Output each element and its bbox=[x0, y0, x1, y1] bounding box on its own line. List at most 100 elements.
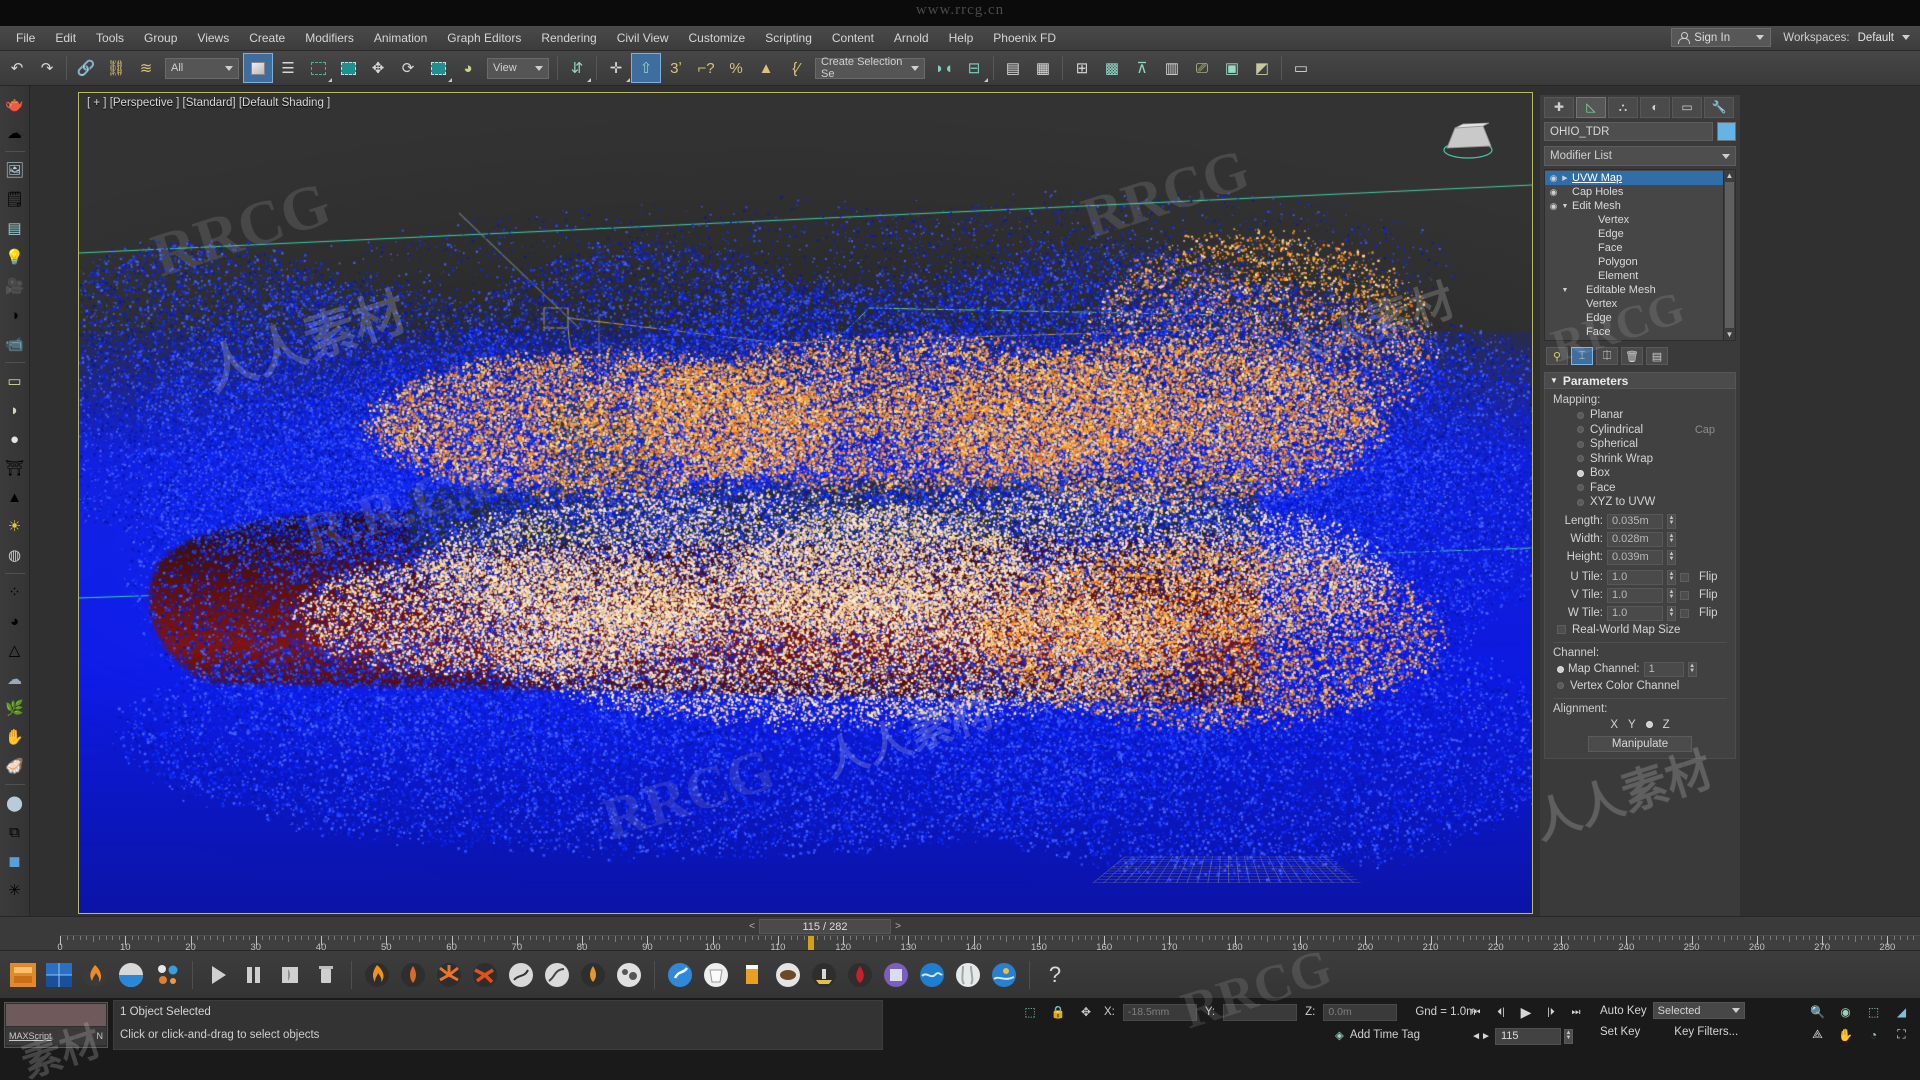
prev-frame-button[interactable]: < bbox=[745, 921, 759, 932]
phoenix-help-icon[interactable]: ? bbox=[1038, 958, 1072, 992]
flip-checkbox[interactable] bbox=[1680, 572, 1689, 582]
phoenix-bubbles-icon[interactable] bbox=[612, 958, 646, 992]
light-lister-icon[interactable]: 💡 bbox=[2, 244, 28, 270]
unlink-selection-button[interactable]: ⛓ bbox=[101, 53, 131, 83]
alignment-axis-x[interactable]: X bbox=[1610, 719, 1618, 731]
menu-item-content[interactable]: Content bbox=[822, 28, 884, 48]
phoenix-ocean-texture-icon[interactable] bbox=[114, 958, 148, 992]
grass-icon[interactable]: 🌿 bbox=[2, 695, 28, 721]
scrollbar-thumb[interactable] bbox=[1725, 182, 1734, 328]
render-settings-icon[interactable]: 🗒 bbox=[2, 186, 28, 212]
menu-item-rendering[interactable]: Rendering bbox=[531, 28, 606, 48]
select-by-name-button[interactable]: ☰ bbox=[273, 53, 303, 83]
add-time-tag-row[interactable]: ◈ Add Time Tag bbox=[1335, 1028, 1420, 1042]
frame-buffer-icon[interactable]: ▤ bbox=[2, 215, 28, 241]
phoenix-liquid-source-icon[interactable] bbox=[42, 958, 76, 992]
undo-button[interactable]: ↶ bbox=[2, 53, 32, 83]
sphere-primitive-icon[interactable]: ● bbox=[2, 426, 28, 452]
modifier-stack-row[interactable]: Face bbox=[1545, 241, 1723, 255]
zoom-all-icon[interactable]: ◉ bbox=[1833, 1000, 1858, 1023]
mapping-option-face[interactable]: Face bbox=[1551, 481, 1729, 496]
phoenix-pool-icon[interactable] bbox=[987, 958, 1021, 992]
hierarchy-tab[interactable]: ⛬ bbox=[1608, 96, 1638, 118]
absolute-relative-transform-icon[interactable]: ✥ bbox=[1076, 1002, 1096, 1022]
use-pivot-point-center-button[interactable]: ⇵ bbox=[562, 53, 592, 83]
modifier-stack[interactable]: ◉ ▶ UVW Map ◉ Cap Holes ◉ ▼ Edit Mesh Vertex Edge… bbox=[1544, 169, 1736, 341]
phoenix-coffee-icon[interactable] bbox=[771, 958, 805, 992]
menu-item-customize[interactable]: Customize bbox=[679, 28, 756, 48]
mapping-option-planar[interactable]: Planar bbox=[1551, 408, 1729, 423]
simulation-restore-icon[interactable] bbox=[273, 958, 307, 992]
tile-field[interactable]: 1.0 bbox=[1607, 605, 1663, 621]
phoenix-fire-trail-icon[interactable] bbox=[504, 958, 538, 992]
reference-coordinate-dropdown[interactable]: View bbox=[487, 57, 549, 79]
modifier-stack-row[interactable]: Vertex bbox=[1545, 213, 1723, 227]
select-and-rotate-button[interactable]: ⟳ bbox=[393, 53, 423, 83]
phoenix-pour-icon[interactable] bbox=[699, 958, 733, 992]
mapping-option-spherical[interactable]: Spherical bbox=[1551, 437, 1729, 452]
menu-item-civil-view[interactable]: Civil View bbox=[607, 28, 679, 48]
selection-filter-dropdown[interactable]: All bbox=[165, 57, 239, 79]
map-channel-field[interactable]: 1 bbox=[1643, 661, 1684, 677]
dimension-spinner[interactable]: ▲ ▼ bbox=[1667, 531, 1676, 547]
viewport-canvas[interactable] bbox=[79, 93, 1532, 913]
maxscript-input[interactable] bbox=[6, 1004, 106, 1026]
configure-modifier-sets-icon[interactable]: ▤ bbox=[1646, 347, 1668, 365]
vertex-color-channel-radio[interactable] bbox=[1557, 682, 1564, 689]
modifier-stack-row[interactable]: Face bbox=[1545, 325, 1723, 339]
expander-icon[interactable]: ▶ bbox=[1560, 174, 1570, 182]
phoenix-particle-shader-icon[interactable] bbox=[150, 958, 184, 992]
mirror-button[interactable]: ▲ bbox=[751, 53, 781, 83]
mesh-pyramid-icon[interactable]: △ bbox=[2, 637, 28, 663]
pin-stack-icon[interactable]: ⚲ bbox=[1546, 347, 1568, 365]
tile-field[interactable]: 1.0 bbox=[1607, 569, 1663, 585]
mapping-option-cylindrical[interactable]: Cylindrical Cap bbox=[1551, 423, 1729, 438]
material-spheres-icon[interactable]: ◕ bbox=[2, 608, 28, 634]
modifier-stack-row[interactable]: Vertex bbox=[1545, 297, 1723, 311]
parameters-rollout-header[interactable]: ▼ Parameters bbox=[1544, 372, 1736, 389]
radio-icon[interactable] bbox=[1577, 440, 1584, 448]
alignment-axis-z[interactable]: Z bbox=[1663, 719, 1670, 731]
menu-item-group[interactable]: Group bbox=[134, 28, 187, 48]
make-unique-icon[interactable]: ⎅ bbox=[1596, 347, 1618, 365]
go-to-start-button[interactable]: ⏮ bbox=[1465, 1002, 1487, 1022]
current-frame-spinner[interactable]: ▲ ▼ bbox=[1564, 1028, 1573, 1044]
manipulate-button[interactable]: Manipulate bbox=[1588, 735, 1692, 752]
menu-item-graph-editors[interactable]: Graph Editors bbox=[437, 28, 531, 48]
rendered-frame-window-button[interactable]: ⎚ bbox=[1187, 53, 1217, 83]
schematic-view-button[interactable]: ▩ bbox=[1097, 53, 1127, 83]
modify-tab[interactable]: ◺ bbox=[1576, 96, 1606, 118]
scroll-up-icon[interactable]: ▲ bbox=[1726, 171, 1734, 180]
phoenix-fire-preset-icon[interactable] bbox=[360, 958, 394, 992]
radio-icon[interactable] bbox=[1577, 469, 1584, 477]
radio-icon[interactable] bbox=[1577, 426, 1584, 434]
mapping-option-box[interactable]: Box bbox=[1551, 466, 1729, 481]
teapot-primitive-icon[interactable]: 🫖 bbox=[2, 91, 28, 117]
previous-frame-button[interactable]: ⏴| bbox=[1490, 1002, 1512, 1022]
render-production-button[interactable]: ▣ bbox=[1217, 53, 1247, 83]
select-and-link-button[interactable]: 🔗 bbox=[71, 53, 101, 83]
pan-icon[interactable]: ⟁ bbox=[1805, 1023, 1830, 1046]
orbit-icon[interactable]: ✋ bbox=[1833, 1023, 1858, 1046]
mapping-option-shrink-wrap[interactable]: Shrink Wrap bbox=[1551, 452, 1729, 467]
menu-item-animation[interactable]: Animation bbox=[364, 28, 437, 48]
object-color-swatch[interactable] bbox=[1717, 122, 1736, 141]
tile-spinner[interactable]: ▲ ▼ bbox=[1667, 605, 1676, 621]
render-setup-button[interactable]: ▥ bbox=[1157, 53, 1187, 83]
key-mode-dropdown[interactable]: Selected bbox=[1652, 1002, 1745, 1019]
select-and-place-button[interactable]: ◕ bbox=[453, 53, 483, 83]
phoenix-ocean-icon[interactable] bbox=[915, 958, 949, 992]
toggle-3d-snap-button[interactable]: ✛ bbox=[601, 53, 631, 83]
menu-item-phoenix-fd[interactable]: Phoenix FD bbox=[983, 28, 1066, 48]
layer-explorer-button[interactable]: ▤ bbox=[998, 53, 1028, 83]
display-tab[interactable]: ▭ bbox=[1672, 96, 1702, 118]
phoenix-candle-icon[interactable] bbox=[576, 958, 610, 992]
key-filters-button[interactable]: Key Filters... bbox=[1674, 1026, 1738, 1038]
tile-field[interactable]: 1.0 bbox=[1607, 587, 1663, 603]
create-tab[interactable]: ✚ bbox=[1544, 96, 1574, 118]
ox-ornatrix-icon[interactable]: 🦪 bbox=[2, 753, 28, 779]
menu-item-help[interactable]: Help bbox=[939, 28, 984, 48]
timeline-ruler[interactable]: 0 10 20 30 40 50 60 70 80 90 100 110 120 130 140 150 160… bbox=[57, 935, 1920, 953]
phoenix-smoke-preset-icon[interactable] bbox=[396, 958, 430, 992]
misc-tool-icon[interactable]: ✳ bbox=[2, 877, 28, 903]
